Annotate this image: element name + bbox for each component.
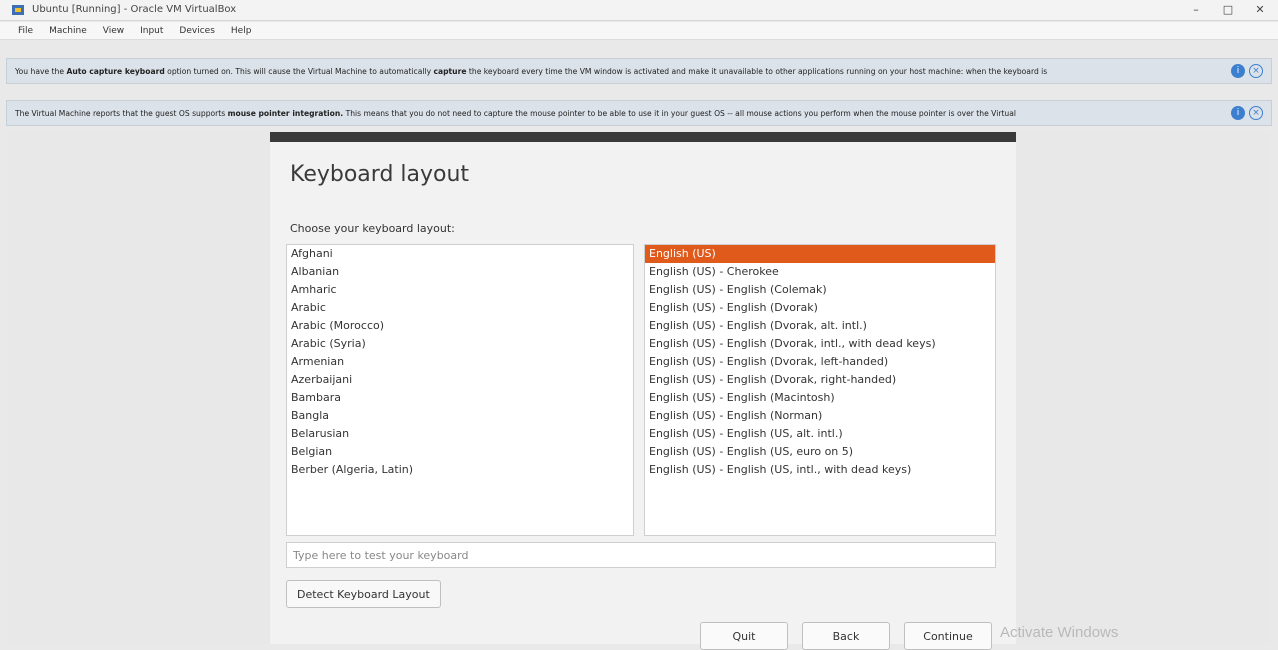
banner-message: You have the Auto capture keyboard optio…: [15, 67, 1225, 76]
language-item[interactable]: Azerbaijani: [287, 371, 633, 389]
banner-text: This means that you do not need to captu…: [343, 108, 1016, 118]
keyboard-test-input[interactable]: [286, 542, 996, 568]
installer-window: Keyboard layout Choose your keyboard lay…: [270, 142, 1016, 650]
window-title: Ubuntu [Running] - Oracle VM VirtualBox: [32, 4, 237, 15]
activate-windows-watermark: Activate Windows: [1000, 624, 1119, 641]
info-icon[interactable]: i: [1231, 106, 1245, 120]
variant-item[interactable]: English (US) - Cherokee: [645, 263, 995, 281]
language-item[interactable]: Bangla: [287, 407, 633, 425]
banner-emphasis: capture: [433, 66, 467, 76]
menu-devices[interactable]: Devices: [179, 26, 214, 36]
banner-text: option turned on. This will cause the Vi…: [164, 66, 434, 76]
language-item[interactable]: Belgian: [287, 443, 633, 461]
variant-item[interactable]: English (US) - English (Colemak): [645, 281, 995, 299]
banner-message: The Virtual Machine reports that the gue…: [15, 109, 1225, 118]
menu-view[interactable]: View: [103, 26, 124, 36]
variant-item[interactable]: English (US) - English (Dvorak, alt. int…: [645, 317, 995, 335]
virtualbox-logo-icon: [12, 5, 24, 15]
window-titlebar: Ubuntu [Running] - Oracle VM VirtualBox …: [0, 0, 1278, 21]
language-item[interactable]: Afghani: [287, 245, 633, 263]
language-item[interactable]: Arabic (Syria): [287, 335, 633, 353]
window-controls: – □ ✕: [1184, 2, 1272, 18]
menu-help[interactable]: Help: [231, 26, 252, 36]
mouse-integration-banner: The Virtual Machine reports that the gue…: [6, 100, 1272, 126]
banner-text: the keyboard every time the VM window is…: [466, 66, 1048, 76]
language-item[interactable]: Bambara: [287, 389, 633, 407]
language-item[interactable]: Belarusian: [287, 425, 633, 443]
language-item[interactable]: Amharic: [287, 281, 633, 299]
info-icon[interactable]: i: [1231, 64, 1245, 78]
dismiss-icon[interactable]: ×: [1249, 106, 1263, 120]
banner-text: The Virtual Machine reports that the gue…: [15, 108, 228, 118]
language-list[interactable]: Afghani Albanian Amharic Arabic Arabic (…: [286, 244, 634, 536]
variant-item[interactable]: English (US) - English (Dvorak, intl., w…: [645, 335, 995, 353]
banner-emphasis: Auto capture keyboard: [66, 66, 165, 76]
variant-item[interactable]: English (US) - English (Norman): [645, 407, 995, 425]
language-item[interactable]: Berber (Algeria, Latin): [287, 461, 633, 479]
layout-prompt: Choose your keyboard layout:: [290, 222, 455, 235]
variant-item[interactable]: English (US) - English (US, alt. intl.): [645, 425, 995, 443]
detect-layout-button[interactable]: Detect Keyboard Layout: [286, 580, 441, 608]
auto-capture-banner: You have the Auto capture keyboard optio…: [6, 58, 1272, 84]
menu-bar: File Machine View Input Devices Help: [0, 22, 1278, 40]
language-item[interactable]: Arabic: [287, 299, 633, 317]
variant-list[interactable]: English (US) English (US) - Cherokee Eng…: [644, 244, 996, 536]
variant-item[interactable]: English (US) - English (Macintosh): [645, 389, 995, 407]
variant-item[interactable]: English (US) - English (Dvorak, left-han…: [645, 353, 995, 371]
vm-display[interactable]: Keyboard layout Choose your keyboard lay…: [8, 132, 1270, 650]
menu-machine[interactable]: Machine: [49, 26, 87, 36]
language-item[interactable]: Arabic (Morocco): [287, 317, 633, 335]
banner-text: You have the: [15, 66, 67, 76]
maximize-icon[interactable]: □: [1216, 2, 1240, 18]
menu-input[interactable]: Input: [140, 26, 163, 36]
variant-item[interactable]: English (US) - English (Dvorak, right-ha…: [645, 371, 995, 389]
language-item[interactable]: Armenian: [287, 353, 633, 371]
page-title: Keyboard layout: [290, 162, 470, 187]
variant-item[interactable]: English (US) - English (US, intl., with …: [645, 461, 995, 479]
menu-file[interactable]: File: [18, 26, 33, 36]
variant-item[interactable]: English (US) - English (US, euro on 5): [645, 443, 995, 461]
guest-topbar: [270, 132, 1016, 142]
close-icon[interactable]: ✕: [1248, 2, 1272, 18]
variant-item[interactable]: English (US) - English (Dvorak): [645, 299, 995, 317]
variant-item-selected[interactable]: English (US): [645, 245, 995, 263]
minimize-icon[interactable]: –: [1184, 2, 1208, 18]
banner-emphasis: mouse pointer integration.: [227, 108, 344, 118]
dismiss-icon[interactable]: ×: [1249, 64, 1263, 78]
language-item[interactable]: Albanian: [287, 263, 633, 281]
